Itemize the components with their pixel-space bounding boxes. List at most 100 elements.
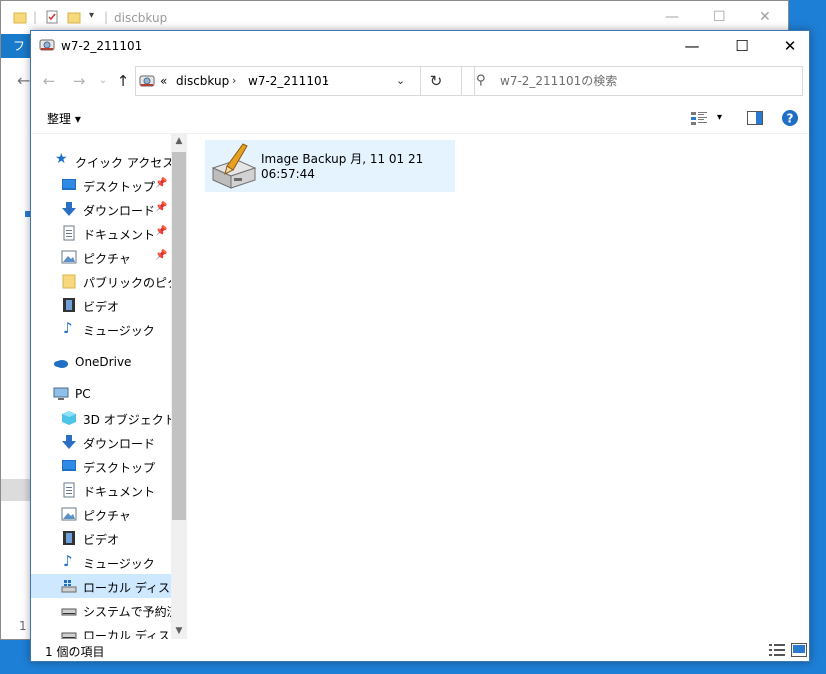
background-back-arrow-icon[interactable]: ← bbox=[17, 71, 30, 90]
film-icon bbox=[63, 298, 75, 312]
pin-icon[interactable]: 📌 bbox=[155, 250, 167, 261]
sidebar-item-documents[interactable]: ドキュメント 📌 bbox=[31, 221, 171, 245]
item-count: 1 個の項目 bbox=[45, 645, 105, 659]
sidebar-item-public-pictures[interactable]: パブリックのピクチャ bbox=[31, 269, 171, 293]
minimize-button[interactable]: — bbox=[669, 31, 715, 61]
background-maximize-button[interactable]: ☐ bbox=[713, 9, 726, 25]
onedrive-node[interactable]: OneDrive bbox=[31, 350, 171, 374]
sidebar-item-desktop[interactable]: デスクトップ 📌 bbox=[31, 173, 171, 197]
quick-toolbar-dropdown-icon[interactable]: ▾ bbox=[89, 10, 94, 21]
address-segment-discbkup[interactable]: discbkup bbox=[176, 74, 229, 88]
organize-button[interactable]: 整理 ▾ bbox=[47, 110, 81, 127]
download-arrow-icon bbox=[62, 435, 76, 449]
scroll-up-icon[interactable]: ▲ bbox=[171, 136, 187, 146]
navigation-scrollbar[interactable]: ▲ ▼ bbox=[171, 134, 187, 639]
search-input[interactable] bbox=[500, 71, 790, 91]
back-arrow-icon[interactable]: ← bbox=[39, 71, 59, 91]
scrollbar-thumb[interactable] bbox=[172, 152, 186, 520]
sidebar-item-pc-documents[interactable]: ドキュメント bbox=[31, 478, 171, 502]
properties-icon[interactable] bbox=[45, 10, 59, 24]
download-arrow-icon bbox=[62, 202, 76, 216]
film-icon bbox=[63, 531, 75, 545]
navigation-bar: ← → ⌄ ↑ « discbkup › w7-2_211101 › ⌄ ↻ ⚲ bbox=[31, 65, 809, 97]
sidebar-item-pc-downloads[interactable]: ダウンロード bbox=[31, 430, 171, 454]
close-button[interactable]: ✕ bbox=[767, 31, 813, 61]
view-options-dropdown-icon[interactable]: ▾ bbox=[717, 112, 722, 123]
folder-icon bbox=[62, 274, 76, 289]
sidebar-item-pc-pictures[interactable]: ピクチャ bbox=[31, 502, 171, 526]
large-icons-view-icon[interactable] bbox=[791, 643, 807, 657]
details-view-icon[interactable] bbox=[769, 643, 785, 657]
new-folder-icon[interactable] bbox=[67, 10, 81, 24]
status-bar: 1 個の項目 bbox=[31, 639, 809, 661]
background-status-text: 1 bbox=[19, 619, 27, 633]
sidebar-item-local-disk-e[interactable]: ローカル ディスク (E bbox=[31, 622, 171, 639]
star-icon: ★ bbox=[55, 151, 68, 167]
pictures-icon bbox=[61, 250, 77, 264]
up-arrow-icon[interactable]: ↑ bbox=[113, 71, 133, 91]
folder-icon bbox=[13, 12, 27, 24]
windows-drive-icon bbox=[61, 580, 77, 593]
hard-drive-icon bbox=[61, 608, 77, 616]
pc-node[interactable]: PC bbox=[31, 382, 171, 406]
address-overflow[interactable]: « bbox=[160, 74, 167, 88]
help-icon[interactable]: ? bbox=[781, 109, 799, 127]
pin-icon[interactable]: 📌 bbox=[155, 226, 167, 237]
separator: | bbox=[33, 10, 38, 24]
background-window-title: discbkup bbox=[114, 11, 168, 25]
desktop-icon bbox=[62, 179, 76, 190]
explorer-window[interactable]: w7-2_211101 — ☐ ✕ ← → ⌄ ↑ « discbkup › w… bbox=[30, 30, 810, 662]
drive-icon bbox=[139, 75, 155, 87]
backup-image-icon bbox=[211, 143, 257, 189]
music-note-icon: ♪ bbox=[63, 319, 73, 337]
change-view-icon[interactable] bbox=[691, 111, 707, 125]
window-title: w7-2_211101 bbox=[61, 39, 143, 53]
sidebar-item-pictures[interactable]: ピクチャ 📌 bbox=[31, 245, 171, 269]
cloud-icon bbox=[54, 360, 68, 368]
refresh-icon[interactable]: ↻ bbox=[420, 67, 451, 95]
sidebar-item-pc-desktop[interactable]: デスクトップ bbox=[31, 454, 171, 478]
address-segment-current[interactable]: w7-2_211101 bbox=[248, 74, 329, 88]
forward-arrow-icon[interactable]: → bbox=[69, 71, 89, 91]
sidebar-item-system-reserved[interactable]: システムで予約済み bbox=[31, 598, 171, 622]
preview-pane-icon[interactable] bbox=[747, 111, 763, 125]
drive-icon bbox=[39, 39, 55, 51]
music-note-icon: ♪ bbox=[63, 552, 73, 570]
sidebar-item-music[interactable]: ♪ ミュージック bbox=[31, 317, 171, 341]
pictures-icon bbox=[61, 507, 77, 521]
chevron-right-icon[interactable]: › bbox=[324, 74, 328, 87]
pin-icon[interactable]: 📌 bbox=[155, 202, 167, 213]
background-minimize-button[interactable]: — bbox=[665, 9, 679, 25]
titlebar[interactable]: w7-2_211101 — ☐ ✕ bbox=[31, 31, 809, 61]
file-name: Image Backup 月, 11 01 21 06:57:44 bbox=[261, 152, 424, 181]
search-box[interactable]: ⚲ bbox=[461, 66, 803, 96]
navigation-pane[interactable]: ★ クイック アクセス デスクトップ 📌 ダウンロード 📌 ドキュメント 📌 ピ… bbox=[31, 134, 187, 639]
address-bar[interactable]: « discbkup › w7-2_211101 › ⌄ ↻ bbox=[135, 66, 475, 96]
recent-locations-chevron-icon[interactable]: ⌄ bbox=[93, 71, 113, 91]
computer-icon bbox=[53, 387, 69, 400]
sidebar-item-local-disk-c[interactable]: ローカル ディスク (C bbox=[31, 574, 187, 598]
file-item[interactable]: Image Backup 月, 11 01 21 06:57:44 bbox=[205, 140, 455, 192]
cube-icon bbox=[62, 411, 76, 425]
search-icon: ⚲ bbox=[476, 73, 486, 88]
sidebar-item-downloads[interactable]: ダウンロード 📌 bbox=[31, 197, 171, 221]
sidebar-item-pc-videos[interactable]: ビデオ bbox=[31, 526, 171, 550]
document-icon bbox=[63, 482, 75, 498]
sidebar-item-videos[interactable]: ビデオ bbox=[31, 293, 171, 317]
hard-drive-icon bbox=[61, 632, 77, 639]
scroll-down-icon[interactable]: ▼ bbox=[171, 626, 187, 636]
chevron-right-icon[interactable]: › bbox=[232, 74, 236, 87]
background-close-button[interactable]: ✕ bbox=[759, 9, 771, 25]
desktop-icon bbox=[62, 460, 76, 471]
maximize-button[interactable]: ☐ bbox=[719, 31, 765, 61]
svg-text:?: ? bbox=[787, 112, 794, 126]
chevron-down-icon[interactable]: ⌄ bbox=[396, 74, 405, 87]
sidebar-item-pc-music[interactable]: ♪ ミュージック bbox=[31, 550, 171, 574]
quick-access-node[interactable]: ★ クイック アクセス bbox=[31, 149, 171, 173]
sidebar-item-3d-objects[interactable]: 3D オブジェクト bbox=[31, 406, 171, 430]
separator: | bbox=[104, 10, 109, 24]
file-list[interactable]: Image Backup 月, 11 01 21 06:57:44 bbox=[187, 134, 807, 639]
command-bar: 整理 ▾ ▾ ? bbox=[31, 103, 809, 134]
pin-icon[interactable]: 📌 bbox=[155, 178, 167, 189]
document-icon bbox=[63, 225, 75, 241]
